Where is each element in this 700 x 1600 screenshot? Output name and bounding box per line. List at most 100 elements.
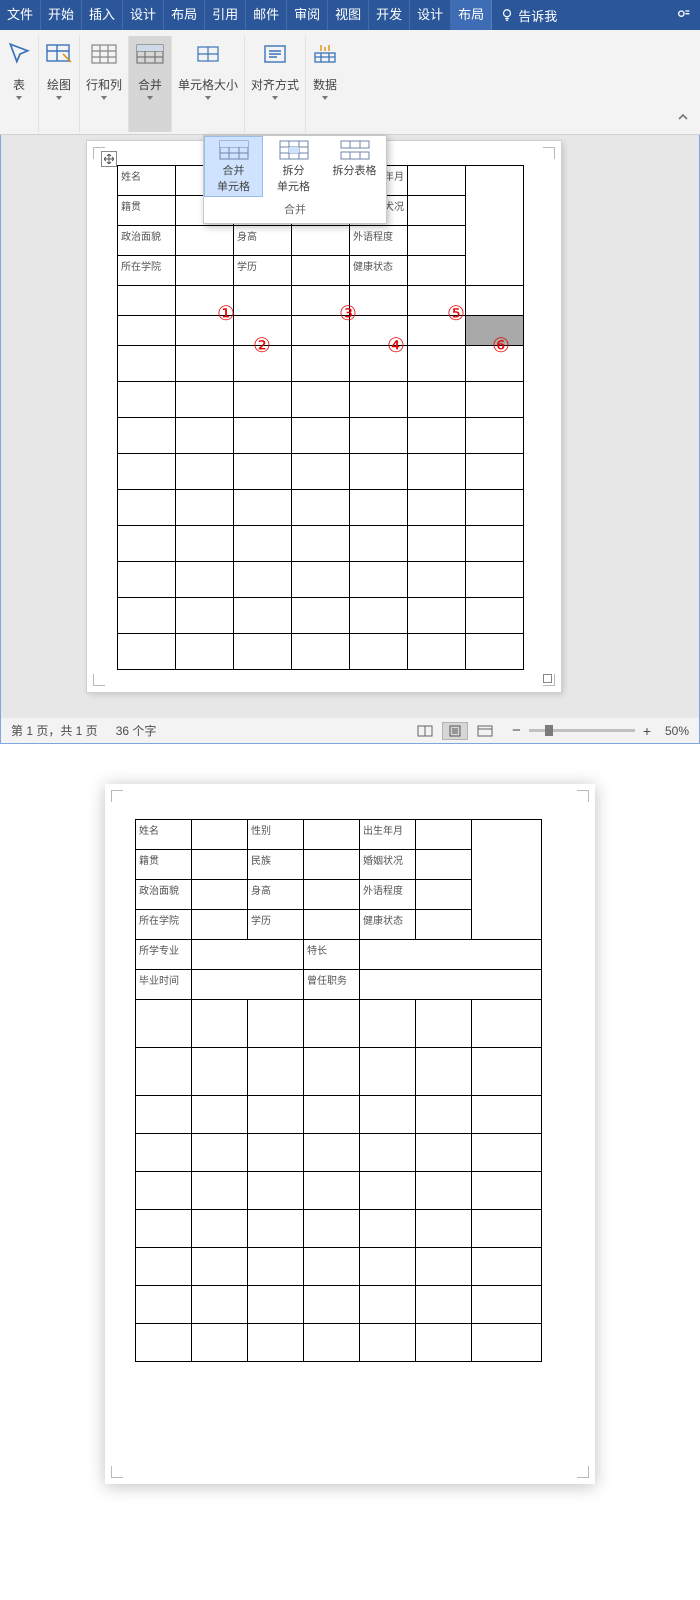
share-icon[interactable] [672,7,696,23]
ribbon: 表 绘图 行和列 合并 单元格大小 对齐方式 [0,30,700,135]
merge-cells-icon [219,140,249,160]
crop-mark [577,790,589,802]
split-cells-option[interactable]: 拆分 单元格 [263,136,324,197]
status-words[interactable]: 36 个字 [116,722,157,739]
ribbon-group-merge[interactable]: 合并 [129,36,172,132]
tab-view[interactable]: 视图 [328,0,369,30]
cell-edu[interactable]: 学历 [234,256,292,286]
tab-review[interactable]: 审阅 [287,0,328,30]
table-resize-handle[interactable] [543,674,552,683]
cell-height[interactable]: 身高 [234,226,292,256]
cell-gender: 性别 [248,820,304,850]
ribbon-group-table[interactable]: 表 [0,36,39,132]
cell-foreign: 外语程度 [360,880,416,910]
ribbon-group-cellsize[interactable]: 单元格大小 [172,36,245,132]
result-page: 姓名 性别 出生年月 籍贯 民族 婚姻状况 政治面貌 身高 外语程度 所在学院 … [105,784,595,1484]
crop-mark [577,1466,589,1478]
chevron-down-icon [56,96,62,100]
ribbon-label-merge: 合并 [138,78,162,92]
tab-design[interactable]: 设计 [123,0,164,30]
zoom-knob[interactable] [545,725,553,736]
chevron-down-icon [147,96,153,100]
cell-native[interactable]: 籍贯 [118,196,176,226]
ribbon-label-rowcol: 行和列 [86,78,122,92]
move-icon [104,154,114,164]
rowcol-icon [90,43,118,65]
cell-marital: 婚姻状况 [360,850,416,880]
tab-mailings[interactable]: 邮件 [246,0,287,30]
tell-me[interactable]: 告诉我 [492,6,565,25]
cell-politics[interactable]: 政治面貌 [118,226,176,256]
data-icon [312,43,338,65]
tab-table-design[interactable]: 设计 [410,0,451,30]
cell-health: 健康状态 [360,910,416,940]
statusbar: 第 1 页，共 1 页 36 个字 − + 50% [0,718,700,744]
status-zoom[interactable]: 50% [651,724,689,738]
chevron-down-icon [101,96,107,100]
tab-developer[interactable]: 开发 [369,0,410,30]
view-print-button[interactable] [442,722,468,740]
status-page[interactable]: 第 1 页，共 1 页 [11,722,98,739]
tab-layout[interactable]: 布局 [164,0,205,30]
zoom-in-button[interactable]: + [643,723,651,739]
result-preview: 姓名 性别 出生年月 籍贯 民族 婚姻状况 政治面貌 身高 外语程度 所在学院 … [0,744,700,1544]
cell-college: 所在学院 [136,910,192,940]
ribbon-label-draw: 绘图 [47,78,71,92]
cell-college[interactable]: 所在学院 [118,256,176,286]
cell-foreign[interactable]: 外语程度 [350,226,408,256]
chevron-up-icon [676,111,690,123]
zoom-slider[interactable] [529,729,635,732]
ribbon-group-rowcol[interactable]: 行和列 [80,36,129,132]
table-move-handle[interactable] [101,151,117,167]
split-table-option[interactable]: 拆分表格 [324,136,385,197]
crop-mark [111,790,123,802]
cell-photo[interactable] [466,166,524,286]
word-window: 文件 开始 插入 设计 布局 引用 邮件 审阅 视图 开发 设计 布局 告诉我 … [0,0,700,744]
split-cells-icon [279,140,309,160]
cell-health[interactable]: 健康状态 [350,256,408,286]
cell-specialty: 特长 [304,940,360,970]
crop-mark [111,1466,123,1478]
cell-native: 籍贯 [136,850,192,880]
form-table[interactable]: 姓名 年月 籍贯 犬况 政治面貌 身高 外语程度 所在学院 学历 [117,165,524,670]
ribbon-label-align: 对齐方式 [251,78,299,92]
merge-cells-option[interactable]: 合并 单元格 [204,136,263,197]
view-read-button[interactable] [412,722,438,740]
merge-cells-label: 合并 单元格 [205,162,262,194]
chevron-down-icon [322,96,328,100]
annotation-4: ④ [387,333,405,358]
grid-draw-icon [45,42,73,66]
view-web-button[interactable] [472,722,498,740]
result-table: 姓名 性别 出生年月 籍贯 民族 婚姻状况 政治面貌 身高 外语程度 所在学院 … [135,819,542,1362]
cell-politics: 政治面貌 [136,880,192,910]
ribbon-label-data: 数据 [313,78,337,92]
split-table-label: 拆分表格 [324,162,385,178]
tab-insert[interactable]: 插入 [82,0,123,30]
cursor-icon [6,41,32,67]
annotation-2: ② [253,333,271,358]
collapse-ribbon-button[interactable] [676,110,690,128]
tell-me-label: 告诉我 [518,6,557,25]
ribbon-tabbar: 文件 开始 插入 设计 布局 引用 邮件 审阅 视图 开发 设计 布局 告诉我 [0,0,700,30]
web-view-icon [477,725,493,737]
split-table-icon [340,140,370,160]
annotation-6: ⑥ [492,333,510,358]
cell-edu: 学历 [248,910,304,940]
cell-name: 姓名 [136,820,192,850]
chevron-down-icon [205,96,211,100]
tab-table-layout[interactable]: 布局 [451,0,492,30]
ribbon-group-draw[interactable]: 绘图 [39,36,80,132]
ribbon-group-data[interactable]: 数据 [306,36,344,132]
tab-references[interactable]: 引用 [205,0,246,30]
annotation-3: ③ [339,301,357,326]
tab-home[interactable]: 开始 [41,0,82,30]
align-icon [261,43,289,65]
tab-file[interactable]: 文件 [0,0,41,30]
cellsize-icon [194,43,222,65]
print-view-icon [448,725,462,737]
cell-name[interactable]: 姓名 [118,166,176,196]
ribbon-group-align[interactable]: 对齐方式 [245,36,306,132]
chevron-down-icon [16,96,22,100]
zoom-out-button[interactable]: − [512,722,521,739]
cell-duty: 曾任职务 [304,970,360,1000]
